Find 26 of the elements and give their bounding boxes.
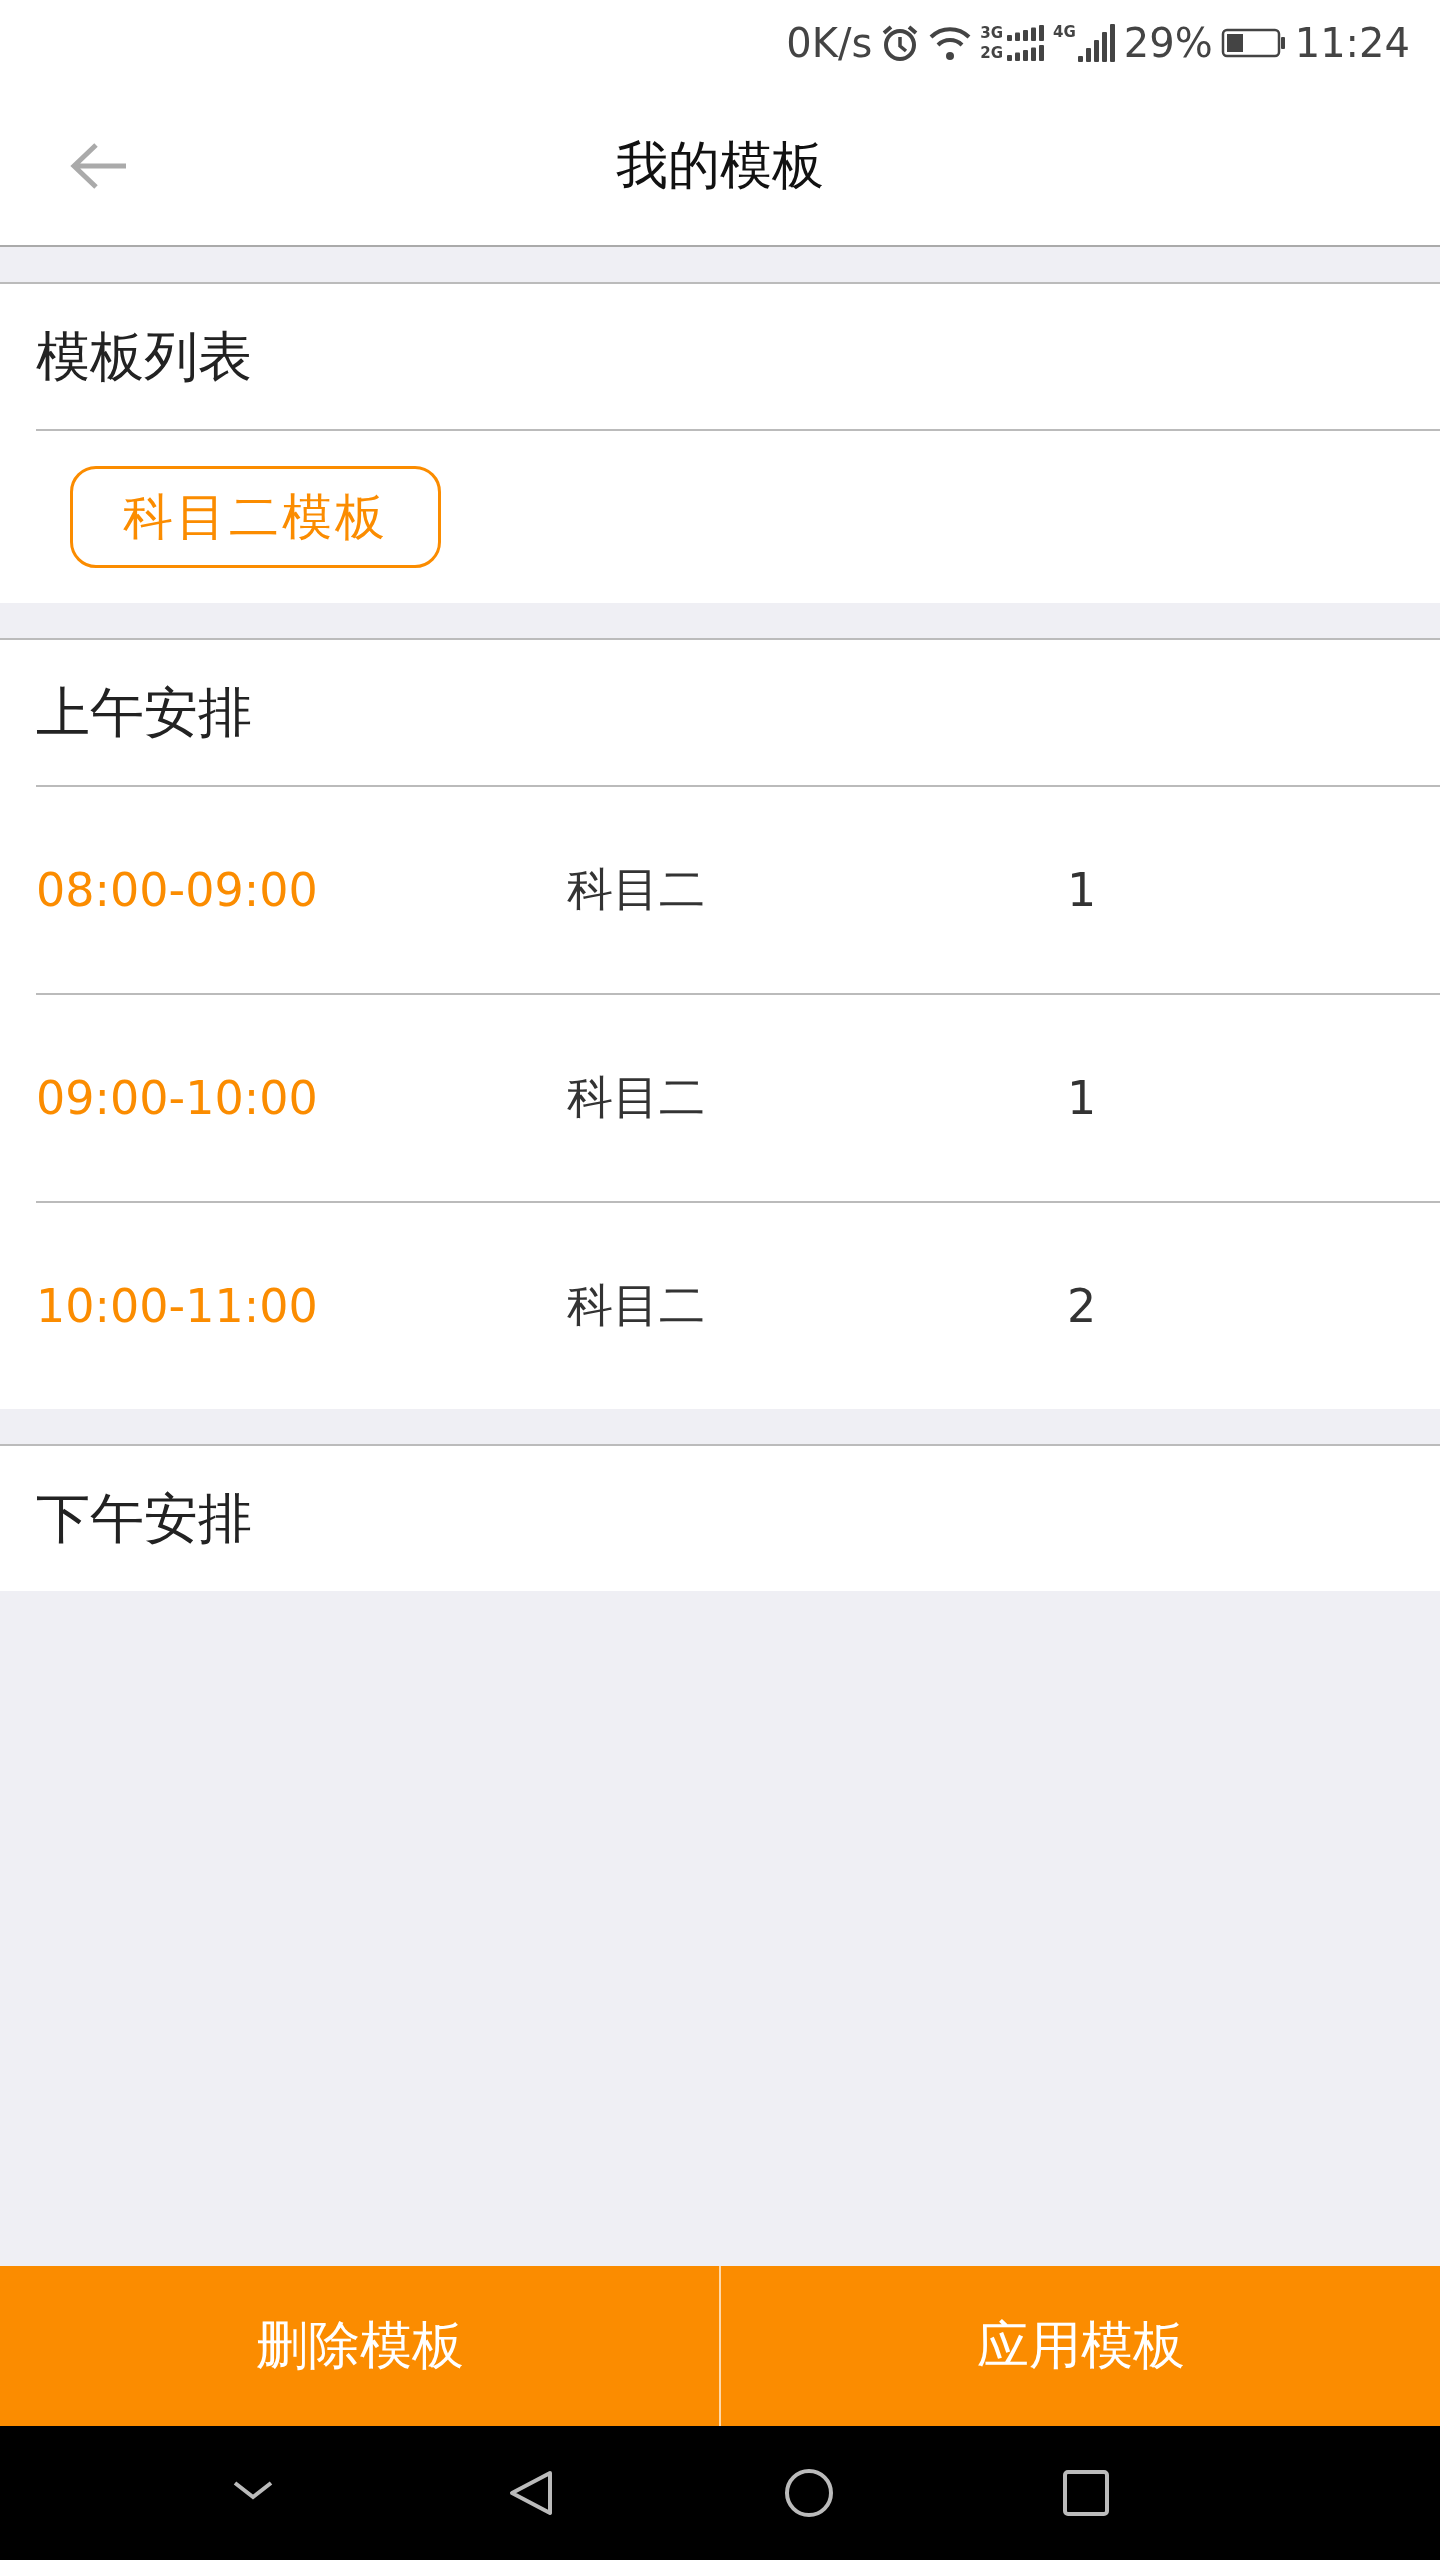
network-type-label: 4G [1053, 24, 1076, 40]
network-type-label: 3G [980, 25, 1004, 41]
battery-icon [1220, 27, 1287, 59]
slot-count: 2 [1067, 1279, 1097, 1333]
section-title: 模板列表 [36, 284, 1440, 431]
clock-time: 11:24 [1294, 20, 1410, 66]
back-arrow-icon [68, 140, 128, 191]
subject-label: 科目二 [567, 1069, 706, 1126]
subject-label: 科目二 [567, 861, 706, 918]
section-title: 上午安排 [36, 640, 1440, 787]
subject-label: 科目二 [567, 1277, 706, 1334]
time-slot: 10:00-11:00 [36, 1279, 567, 1333]
network-type-label: 2G [980, 45, 1004, 61]
time-slot: 09:00-10:00 [36, 1071, 567, 1125]
signal-icon [1077, 24, 1116, 62]
slot-count: 1 [1067, 863, 1097, 917]
signal-icon [1007, 45, 1046, 61]
template-chip[interactable]: 科目二模板 [70, 466, 441, 568]
battery-percent: 29% [1123, 20, 1213, 66]
signal-icon [1007, 25, 1046, 41]
section-title: 下午安排 [36, 1486, 253, 1552]
page-title: 我的模板 [615, 133, 825, 197]
time-slot: 08:00-09:00 [36, 863, 567, 917]
network-speed: 0K/s [786, 20, 873, 66]
home-icon[interactable] [782, 2469, 835, 2517]
slot-count: 1 [1067, 1071, 1097, 1125]
